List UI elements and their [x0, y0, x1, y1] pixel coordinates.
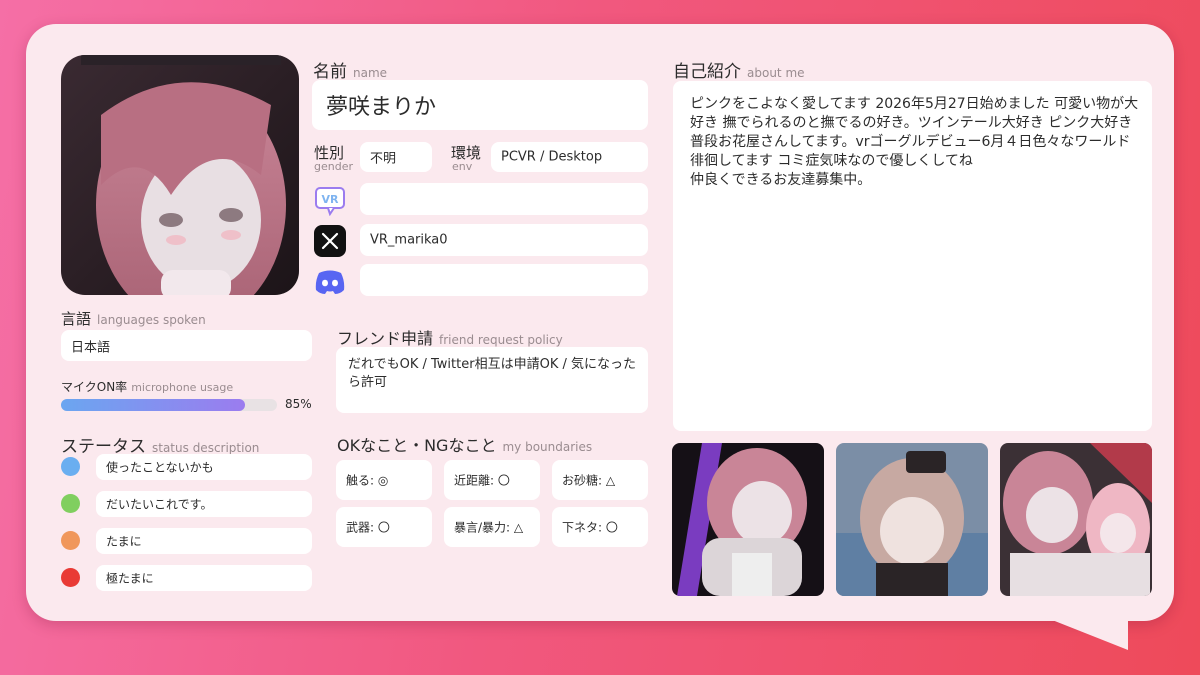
- env-value: PCVR / Desktop: [501, 149, 603, 165]
- mic-percent: 85%: [285, 397, 312, 411]
- name-field[interactable]: 夢咲まりか: [312, 80, 648, 130]
- x-field[interactable]: VR_marika0: [360, 224, 648, 256]
- status-item-text: だいたいこれです。: [106, 497, 213, 512]
- status-color-dot: [61, 494, 80, 513]
- speech-bubble-tail: [1032, 612, 1128, 650]
- languages-value: 日本語: [71, 340, 111, 355]
- status-item[interactable]: たまに: [96, 528, 312, 554]
- boundary-item-text: 触る: ◎: [346, 473, 389, 488]
- status-item-text: 極たまに: [106, 571, 154, 586]
- languages-label: 言語 languages spoken: [61, 310, 206, 328]
- boundary-item-text: 下ネタ: 〇: [562, 520, 618, 535]
- gender-sub: gender: [314, 160, 353, 173]
- x-icon: [314, 225, 346, 257]
- friend-request-value: だれでもOK / Twitter相互は申請OK / 気になったら許可: [348, 357, 636, 390]
- boundary-item-text: お砂糖: △: [562, 473, 616, 488]
- gender-field[interactable]: 不明: [360, 142, 432, 172]
- boundary-item-text: 武器: 〇: [346, 520, 390, 535]
- status-color-dot: [61, 457, 80, 476]
- boundaries-label: OKなこと・NGなこと my boundaries: [337, 436, 593, 455]
- boundary-item[interactable]: 近距離: 〇: [444, 460, 540, 500]
- discord-icon: [314, 266, 346, 298]
- about-text: ピンクをこよなく愛してます 2026年5月27日始めました 可愛い物が大好き 撫…: [690, 96, 1139, 188]
- env-sub: env: [452, 160, 473, 173]
- status-item[interactable]: 極たまに: [96, 565, 312, 591]
- gallery-photo-3[interactable]: [1000, 443, 1152, 596]
- gender-value: 不明: [370, 151, 397, 167]
- status-item[interactable]: だいたいこれです。: [96, 491, 312, 517]
- about-field[interactable]: ピンクをこよなく愛してます 2026年5月27日始めました 可愛い物が大好き 撫…: [673, 81, 1152, 431]
- mic-usage-fill: [61, 399, 245, 411]
- friend-request-label: フレンド申請 friend request policy: [337, 329, 563, 348]
- discord-field[interactable]: [360, 264, 648, 296]
- languages-field[interactable]: 日本語: [61, 330, 312, 361]
- env-field[interactable]: PCVR / Desktop: [491, 142, 648, 172]
- name-value: 夢咲まりか: [326, 95, 437, 120]
- status-color-dot: [61, 568, 80, 587]
- boundary-item[interactable]: 下ネタ: 〇: [552, 507, 648, 547]
- boundary-item[interactable]: 触る: ◎: [336, 460, 432, 500]
- vrchat-icon: VR: [314, 184, 346, 216]
- gallery-photo-2[interactable]: [836, 443, 988, 596]
- mic-usage-bar: [61, 399, 277, 411]
- status-item-text: たまに: [106, 534, 142, 549]
- boundary-item[interactable]: お砂糖: △: [552, 460, 648, 500]
- gallery-photo-1[interactable]: [672, 443, 824, 596]
- status-color-dot: [61, 531, 80, 550]
- about-label: 自己紹介 about me: [673, 62, 805, 82]
- name-label: 名前 name: [313, 62, 388, 82]
- boundary-item-text: 近距離: 〇: [454, 473, 510, 488]
- mic-label: マイクON率 microphone usage: [61, 380, 234, 394]
- vrchat-field[interactable]: [360, 183, 648, 215]
- boundary-item[interactable]: 暴言/暴力: △: [444, 507, 540, 547]
- x-value: VR_marika0: [370, 232, 448, 248]
- boundary-item[interactable]: 武器: 〇: [336, 507, 432, 547]
- avatar: [61, 55, 299, 295]
- status-item[interactable]: 使ったことないかも: [96, 454, 312, 480]
- status-item-text: 使ったことないかも: [106, 460, 214, 475]
- boundary-item-text: 暴言/暴力: △: [454, 520, 524, 535]
- friend-request-field[interactable]: だれでもOK / Twitter相互は申請OK / 気になったら許可: [336, 347, 648, 413]
- svg-text:VR: VR: [322, 193, 340, 206]
